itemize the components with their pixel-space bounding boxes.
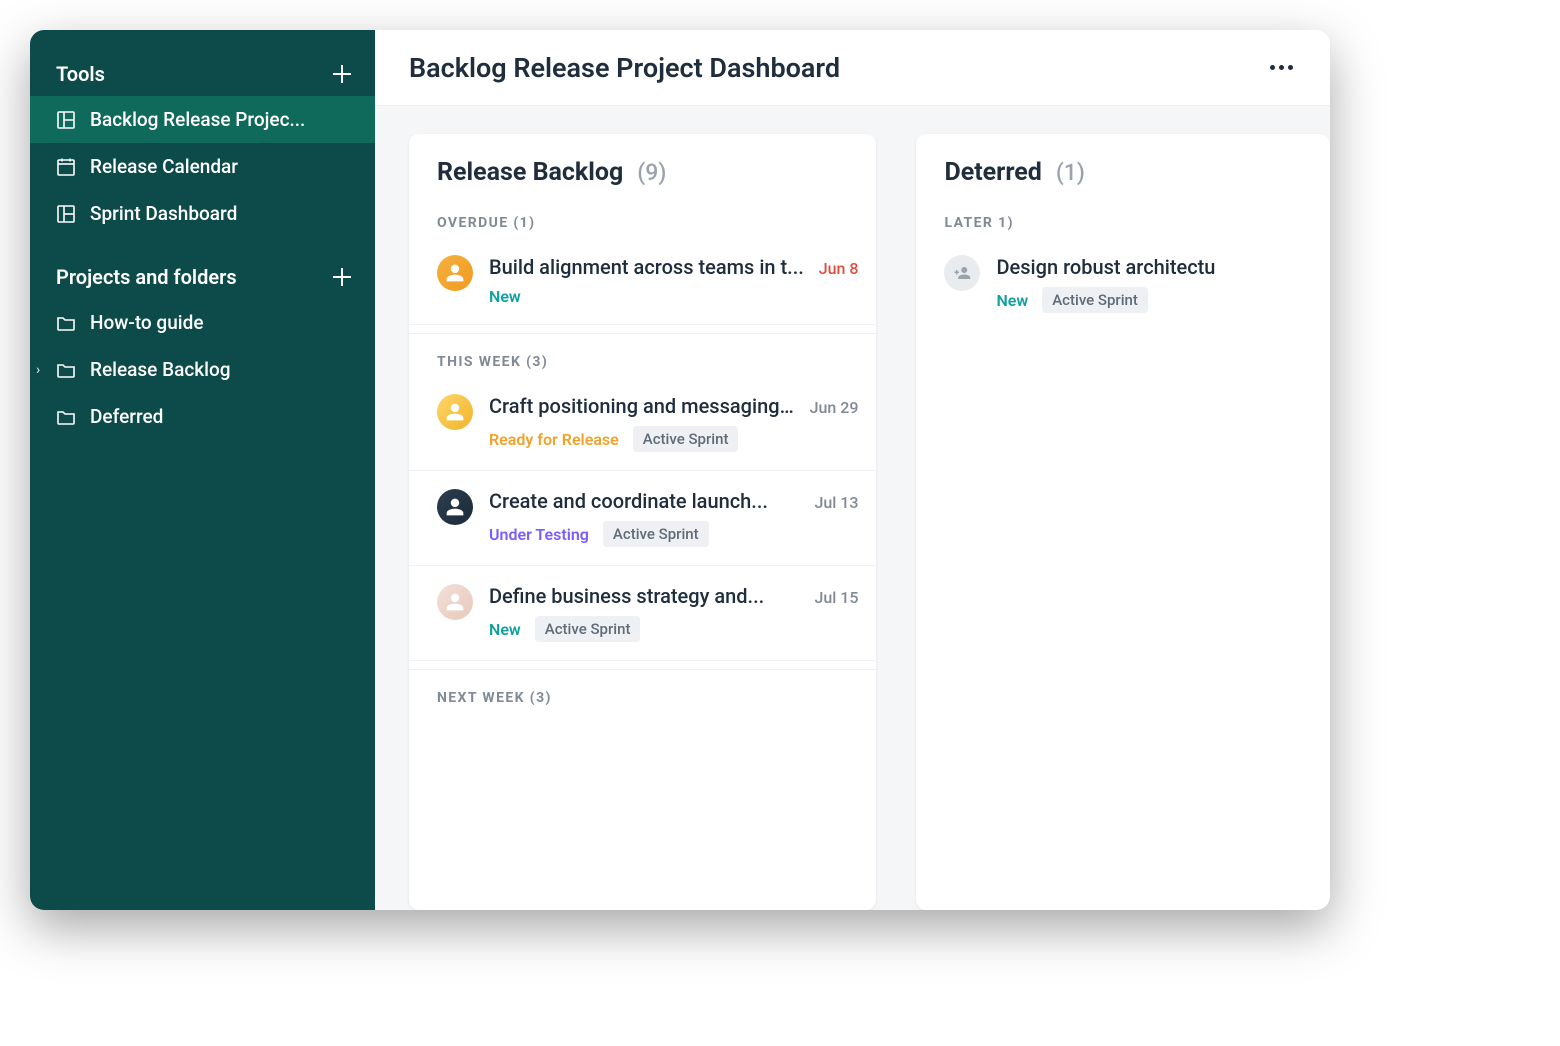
avatar (437, 584, 473, 620)
sidebar-section-tools: Tools (30, 52, 375, 96)
tag: Active Sprint (535, 616, 641, 642)
column-count: (9) (637, 159, 666, 186)
group-label-thisweek: THIS WEEK (3) (409, 333, 876, 376)
calendar-icon (56, 157, 76, 177)
folder-icon (56, 313, 76, 333)
card-date: Jun 29 (810, 398, 859, 417)
layout-icon (56, 204, 76, 224)
card-body: Craft positioning and messaging... Jun 2… (489, 394, 858, 452)
more-menu-button[interactable] (1266, 56, 1296, 80)
sidebar-item-label: Deferred (90, 405, 353, 428)
card-title: Define business strategy and... (489, 584, 800, 608)
task-card[interactable]: Design robust architectu New Active Spri… (916, 237, 1330, 331)
column-header: Deterred (1) (916, 134, 1330, 195)
page-title: Backlog Release Project Dashboard (409, 52, 840, 84)
sidebar: Tools Backlog Release Projec... Release … (30, 30, 375, 910)
column-count: (1) (1056, 159, 1085, 186)
sidebar-projects-label: Projects and folders (56, 265, 237, 289)
group-label-overdue: OVERDUE (1) (409, 195, 876, 237)
column-deterred: Deterred (1) LATER 1) Design robust arch… (916, 134, 1330, 910)
sidebar-item-label: How-to guide (90, 311, 353, 334)
column-title: Deterred (944, 158, 1041, 187)
folder-icon (56, 360, 76, 380)
folder-icon (56, 407, 76, 427)
status-badge: New (489, 287, 521, 306)
sidebar-item-label: Backlog Release Projec... (90, 108, 353, 131)
sidebar-project-howto[interactable]: How-to guide (30, 299, 375, 346)
sidebar-tool-sprint-dashboard[interactable]: Sprint Dashboard (30, 190, 375, 237)
dot-icon (1279, 65, 1284, 70)
card-title: Build alignment across teams in t... (489, 255, 805, 279)
layout-icon (56, 110, 76, 130)
sidebar-section-projects: Projects and folders (30, 255, 375, 299)
task-card[interactable]: Create and coordinate launch... Jul 13 U… (409, 471, 876, 566)
add-tool-button[interactable] (331, 63, 353, 85)
app-frame: Tools Backlog Release Projec... Release … (30, 30, 1330, 910)
status-badge: New (489, 620, 521, 639)
card-body: Build alignment across teams in t... Jun… (489, 255, 858, 306)
board-area: Release Backlog (9) OVERDUE (1) Build al… (375, 106, 1330, 910)
card-body: Define business strategy and... Jul 15 N… (489, 584, 858, 642)
unassigned-avatar (944, 255, 980, 291)
sidebar-tool-release-calendar[interactable]: Release Calendar (30, 143, 375, 190)
main: Backlog Release Project Dashboard Releas… (375, 30, 1330, 910)
column-release-backlog: Release Backlog (9) OVERDUE (1) Build al… (409, 134, 876, 910)
add-project-button[interactable] (331, 266, 353, 288)
dot-icon (1288, 65, 1293, 70)
task-card[interactable]: Craft positioning and messaging... Jun 2… (409, 376, 876, 471)
group-label-later: LATER 1) (916, 195, 1330, 237)
status-badge: Under Testing (489, 525, 589, 544)
status-badge: Ready for Release (489, 430, 619, 449)
sidebar-item-label: Release Calendar (90, 155, 353, 178)
card-title: Design robust architectu (996, 255, 1312, 279)
card-title: Create and coordinate launch... (489, 489, 800, 513)
group-label-nextweek: NEXT WEEK (3) (409, 669, 876, 712)
sidebar-tool-backlog-dashboard[interactable]: Backlog Release Projec... (30, 96, 375, 143)
sidebar-project-release-backlog[interactable]: › Release Backlog (30, 346, 375, 393)
column-header: Release Backlog (9) (409, 134, 876, 195)
avatar (437, 255, 473, 291)
task-card[interactable]: Define business strategy and... Jul 15 N… (409, 566, 876, 661)
status-badge: New (996, 291, 1028, 310)
chevron-right-icon: › (36, 362, 40, 378)
card-date: Jul 15 (814, 588, 858, 607)
task-card[interactable]: Build alignment across teams in t... Jun… (409, 237, 876, 325)
card-title: Craft positioning and messaging... (489, 394, 796, 418)
avatar (437, 489, 473, 525)
card-date: Jul 13 (814, 493, 858, 512)
sidebar-tools-label: Tools (56, 62, 105, 86)
tag: Active Sprint (1042, 287, 1148, 313)
dot-icon (1270, 65, 1275, 70)
column-title: Release Backlog (437, 158, 623, 187)
sidebar-item-label: Sprint Dashboard (90, 202, 353, 225)
avatar (437, 394, 473, 430)
card-body: Design robust architectu New Active Spri… (996, 255, 1312, 313)
tag: Active Sprint (633, 426, 739, 452)
sidebar-project-deferred[interactable]: Deferred (30, 393, 375, 440)
tag: Active Sprint (603, 521, 709, 547)
card-date: Jun 8 (819, 259, 859, 278)
card-body: Create and coordinate launch... Jul 13 U… (489, 489, 858, 547)
sidebar-item-label: Release Backlog (90, 358, 353, 381)
topbar: Backlog Release Project Dashboard (375, 30, 1330, 106)
